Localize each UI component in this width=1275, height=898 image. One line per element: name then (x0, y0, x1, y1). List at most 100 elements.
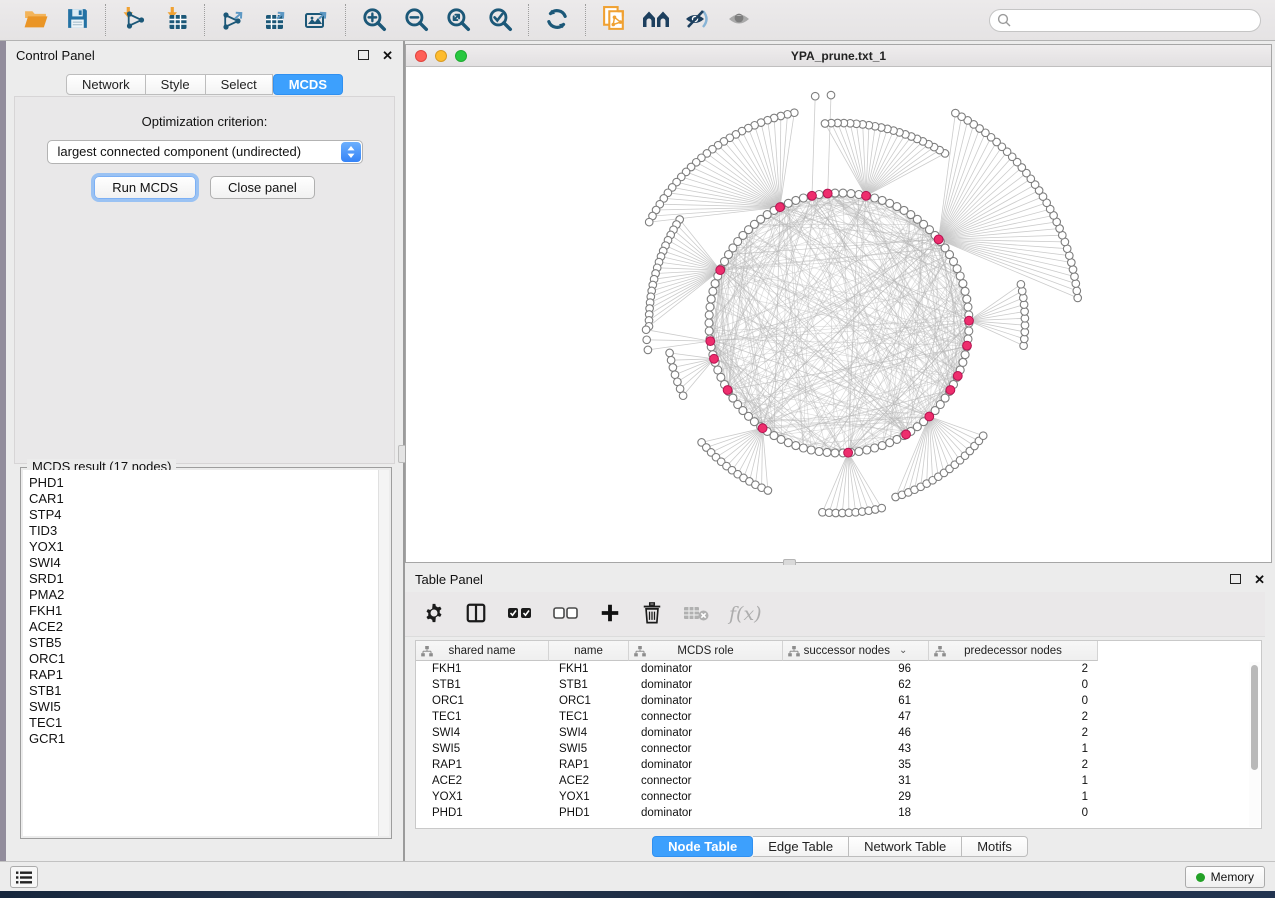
control-panel: Control Panel ✕ NetworkStyleSelectMCDS O… (6, 41, 403, 862)
tab-node-table[interactable]: Node Table (652, 836, 753, 857)
network-canvas[interactable] (406, 67, 1271, 562)
result-node[interactable]: ACE2 (23, 619, 389, 635)
hide-selected-button[interactable] (677, 3, 719, 37)
table-row[interactable]: RAP1RAP1dominator352 (416, 757, 1261, 773)
result-node[interactable]: CAR1 (23, 491, 389, 507)
cell-successor-nodes: 96 (783, 661, 929, 677)
table-scrollbar[interactable] (1249, 662, 1260, 827)
result-node[interactable]: YOX1 (23, 539, 389, 555)
save-button[interactable] (56, 3, 98, 37)
select-stepper-icon (341, 142, 361, 162)
tab-motifs[interactable]: Motifs (962, 836, 1028, 857)
memory-status-dot (1196, 873, 1205, 882)
import-table-button[interactable] (155, 3, 197, 37)
result-node[interactable]: STB5 (23, 635, 389, 651)
settings-button[interactable] (423, 602, 445, 626)
result-node[interactable]: TEC1 (23, 715, 389, 731)
result-node[interactable]: FKH1 (23, 603, 389, 619)
float-panel-icon[interactable] (358, 50, 369, 60)
minimize-window-icon[interactable] (435, 50, 447, 62)
zoom-fit-button[interactable] (437, 3, 479, 37)
column-header-MCDS-role[interactable]: MCDS role (629, 641, 783, 661)
tab-select[interactable]: Select (206, 74, 273, 95)
add-button[interactable] (599, 602, 621, 626)
column-header-predecessor-nodes[interactable]: predecessor nodes (929, 641, 1098, 661)
search-icon (997, 13, 1011, 32)
tab-mcds[interactable]: MCDS (273, 74, 343, 95)
cell-shared-name: ACE2 (416, 773, 549, 789)
tab-style[interactable]: Style (146, 74, 206, 95)
show-all-icon (725, 7, 755, 34)
network-graph[interactable] (406, 67, 1271, 562)
refresh-button[interactable] (536, 3, 578, 37)
first-neighbors-button[interactable] (635, 3, 677, 37)
table-row[interactable]: ORC1ORC1dominator610 (416, 693, 1261, 709)
column-header-successor-nodes[interactable]: successor nodes⌄ (783, 641, 929, 661)
export-network-button[interactable] (212, 3, 254, 37)
result-node[interactable]: RAP1 (23, 667, 389, 683)
new-network-from-selection-button[interactable] (593, 3, 635, 37)
columns-button[interactable] (465, 602, 487, 626)
import-network-button[interactable] (113, 3, 155, 37)
cell-shared-name: TEC1 (416, 709, 549, 725)
close-table-panel-icon[interactable]: ✕ (1254, 573, 1265, 586)
table-scrollbar-thumb[interactable] (1251, 665, 1258, 770)
table-row[interactable]: YOX1YOX1connector291 (416, 789, 1261, 805)
task-history-button[interactable] (10, 866, 38, 888)
result-node[interactable]: GCR1 (23, 731, 389, 747)
run-mcds-button[interactable]: Run MCDS (94, 176, 196, 199)
table-row[interactable]: STB1STB1dominator620 (416, 677, 1261, 693)
table-row[interactable]: TEC1TEC1connector472 (416, 709, 1261, 725)
tab-network-table[interactable]: Network Table (849, 836, 962, 857)
float-table-panel-icon[interactable] (1230, 574, 1241, 584)
close-panel-button[interactable]: Close panel (210, 176, 315, 199)
unselect-all-button[interactable] (553, 602, 579, 626)
delete-table-button[interactable] (683, 602, 709, 626)
result-list-scrollbar[interactable] (378, 470, 389, 836)
toolbar-separator (345, 4, 346, 36)
zoom-selected-button[interactable] (479, 3, 521, 37)
search-input[interactable] (989, 9, 1261, 32)
result-node[interactable]: PMA2 (23, 587, 389, 603)
result-node[interactable]: STP4 (23, 507, 389, 523)
column-header-shared-name[interactable]: shared name (416, 641, 549, 661)
close-window-icon[interactable] (415, 50, 427, 62)
optimization-criterion-select[interactable]: largest connected component (undirected) (47, 140, 363, 164)
cell-MCDS-role: dominator (629, 693, 783, 709)
result-node[interactable]: SWI5 (23, 699, 389, 715)
cell-successor-nodes: 18 (783, 805, 929, 821)
tab-edge-table[interactable]: Edge Table (753, 836, 849, 857)
memory-button[interactable]: Memory (1185, 866, 1265, 888)
result-node[interactable]: PHD1 (23, 475, 389, 491)
close-panel-icon[interactable]: ✕ (382, 49, 393, 62)
delete-table-icon (683, 604, 709, 625)
tab-network[interactable]: Network (66, 74, 146, 95)
result-node[interactable]: TID3 (23, 523, 389, 539)
result-node[interactable]: STB1 (23, 683, 389, 699)
table-row[interactable]: ACE2ACE2connector311 (416, 773, 1261, 789)
result-node[interactable]: SWI4 (23, 555, 389, 571)
column-header-name[interactable]: name (549, 641, 629, 661)
cell-predecessor-nodes: 2 (929, 757, 1098, 773)
control-panel-tabs: NetworkStyleSelectMCDS (6, 74, 403, 95)
table-row[interactable]: SWI5SWI5connector431 (416, 741, 1261, 757)
export-table-button[interactable] (254, 3, 296, 37)
table-row[interactable]: FKH1FKH1dominator962 (416, 661, 1261, 677)
table-row[interactable]: SWI4SWI4dominator462 (416, 725, 1261, 741)
delete-button[interactable] (641, 602, 663, 626)
result-node[interactable]: ORC1 (23, 651, 389, 667)
fx-button[interactable]: f(x) (729, 602, 762, 626)
cell-name: SWI4 (549, 725, 629, 741)
open-button[interactable] (14, 3, 56, 37)
show-all-button[interactable] (719, 3, 761, 37)
result-node[interactable]: SRD1 (23, 571, 389, 587)
hierarchy-icon (934, 646, 946, 660)
select-all-button[interactable] (507, 602, 533, 626)
maximize-window-icon[interactable] (455, 50, 467, 62)
table-row[interactable]: PHD1PHD1dominator180 (416, 805, 1261, 821)
export-image-button[interactable] (296, 3, 338, 37)
zoom-in-button[interactable] (353, 3, 395, 37)
hierarchy-icon (634, 646, 646, 660)
mcds-result-list[interactable]: PHD1CAR1STP4TID3YOX1SWI4SRD1PMA2FKH1ACE2… (23, 470, 389, 836)
zoom-out-button[interactable] (395, 3, 437, 37)
